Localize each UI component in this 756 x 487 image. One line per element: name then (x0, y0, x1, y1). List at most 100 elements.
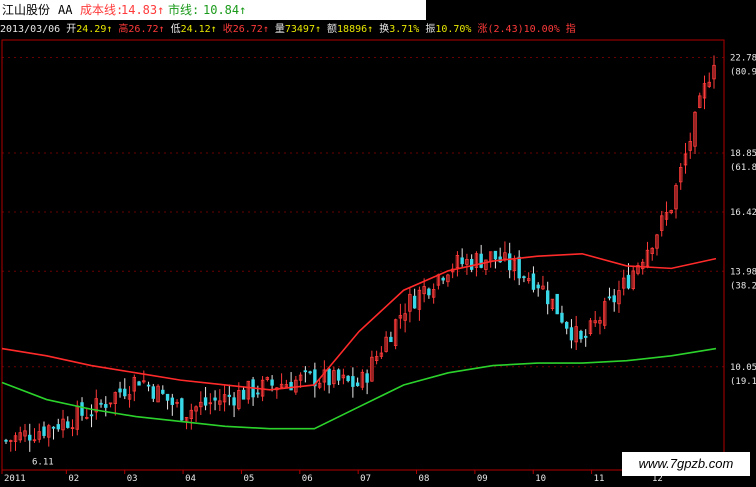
volume-label: 量 (274, 24, 285, 35)
candle-body (536, 284, 540, 289)
candle-body (241, 389, 246, 400)
candle-body (479, 253, 483, 268)
candle-body (531, 273, 536, 290)
candle-body (612, 295, 616, 303)
x-tick-label: 05 (243, 474, 254, 484)
x-tick-label: 04 (185, 474, 196, 484)
candle-body (517, 256, 521, 279)
x-tick-label: 03 (127, 474, 138, 484)
candle-body (560, 312, 564, 323)
candle-body (104, 404, 108, 408)
close-value: 26.72↑ (232, 24, 269, 35)
candle-body (336, 369, 341, 381)
candle-body (42, 426, 46, 436)
quote-date: 2013/03/06 (0, 24, 61, 35)
candle-body (80, 402, 84, 416)
candle-body (507, 253, 512, 271)
candle-body (365, 373, 369, 383)
candle-body (346, 375, 350, 382)
x-tick-label: 11 (594, 474, 605, 484)
candle-body (137, 381, 141, 386)
x-tick-label: 02 (68, 474, 79, 484)
y-tick-percent: (19.1%) (730, 377, 756, 387)
y-tick-percent: (80.9%) (730, 67, 756, 77)
amplitude-label: 振 (425, 24, 436, 35)
change-label: 涨 (477, 24, 488, 35)
index-label: 指 (565, 24, 576, 35)
volume-value: 73497↑ (284, 24, 321, 35)
candle-body (56, 424, 60, 430)
open-value: 24.29↑ (76, 24, 113, 35)
candle-body (427, 288, 431, 296)
y-tick-price: 13.98 (730, 267, 756, 277)
candle-body (203, 397, 208, 406)
candle-body (123, 388, 127, 397)
candle-body (4, 439, 8, 442)
candle-body (146, 384, 151, 387)
x-tick-label: 2011 (4, 474, 26, 484)
site-watermark: www.7gpzb.com (622, 452, 750, 476)
candle-body (564, 321, 569, 329)
amount-value: 18896↑ (337, 24, 374, 35)
cost-line-value: 14.83↑ (121, 3, 165, 17)
change-value: (2.43)10.00% (487, 24, 560, 35)
x-tick-label: 09 (477, 474, 488, 484)
candle-body (545, 290, 550, 305)
x-tick-label: 07 (360, 474, 371, 484)
low-value: 24.12↑ (180, 24, 217, 35)
y-tick-price: 16.42 (730, 208, 756, 218)
indicator-name: AA (58, 3, 73, 17)
amplitude-value: 10.70% (435, 24, 472, 35)
candle-body (584, 335, 588, 338)
candlesticks (4, 55, 716, 452)
candle-body (180, 398, 184, 421)
y-axis: 22.78 (80.9%) 18.85 (61.8%) 16.42 13.98 (38.2%… (730, 53, 756, 386)
low-label: 低 (170, 24, 181, 35)
turnover-label: 换 (379, 24, 390, 35)
candle-body (232, 397, 236, 406)
candle-body (227, 394, 232, 397)
candle-body (522, 276, 526, 279)
candle-body (270, 379, 274, 386)
quote-info-bar: 2013/03/06 开24.29↑ 高26.72↑ 低24.12↑ 收26.7… (0, 22, 740, 38)
candle-body (66, 421, 70, 428)
indicator-lines (1, 252, 717, 430)
candle-body (493, 250, 498, 260)
candle-body (626, 274, 631, 289)
market-line-label: 市线: (168, 3, 200, 17)
candle-body (389, 336, 393, 343)
candle-body (469, 259, 474, 270)
candle-body (256, 392, 260, 395)
amount-label: 额 (327, 24, 338, 35)
chart-grid (2, 56, 724, 368)
candle-body (161, 389, 165, 394)
title-bar: 江山股份 AA 成本线: 14.83↑ 市线: 10.84↑ (0, 0, 426, 20)
candle-body (441, 277, 445, 281)
candle-body (460, 257, 464, 265)
open-label: 开 (66, 24, 77, 35)
candle-body (355, 382, 360, 387)
candle-body (607, 296, 612, 299)
candle-body (89, 414, 94, 417)
y-tick-price: 18.85 (730, 149, 756, 159)
candle-body (151, 386, 156, 399)
market-line-value: 10.84↑ (203, 3, 247, 17)
stock-name: 江山股份 (2, 3, 51, 17)
close-label: 收 (222, 24, 233, 35)
candle-body (165, 393, 170, 401)
price-chart[interactable]: 22.78 (80.9%) 18.85 (61.8%) 16.42 13.98 (38.2%… (0, 0, 756, 487)
x-tick-label: 06 (302, 474, 313, 484)
high-value: 26.72↑ (128, 24, 165, 35)
y-tick-price: 22.78 (730, 53, 756, 63)
candle-body (555, 293, 559, 315)
y-tick-percent: (38.2%) (730, 281, 756, 291)
cost-line-label: 成本线: (80, 3, 124, 17)
candle-body (351, 376, 355, 387)
candle-body (412, 295, 417, 309)
candle-body (28, 434, 32, 441)
candle-body (170, 397, 175, 405)
y-tick-price: 10.05 (730, 363, 756, 373)
candle-body (289, 381, 293, 391)
x-axis: 2011 02 03 04 05 06 07 08 09 10 11 12 (1, 470, 663, 484)
market-line (1, 347, 717, 430)
